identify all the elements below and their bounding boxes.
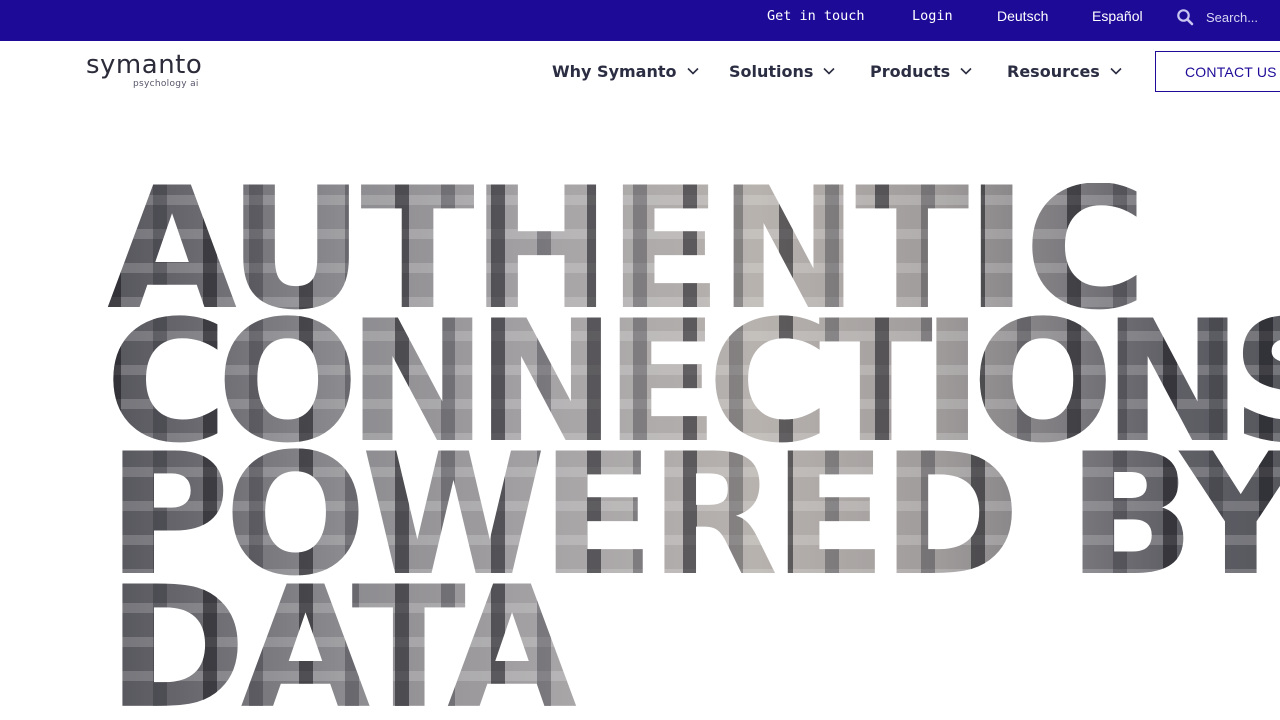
contact-us-button[interactable]: CONTACT US bbox=[1155, 51, 1280, 92]
chevron-down-icon bbox=[686, 67, 699, 75]
chevron-down-icon bbox=[960, 67, 972, 75]
nav-products-label: Products bbox=[870, 61, 951, 81]
nav-resources[interactable]: Resources bbox=[1007, 60, 1122, 82]
logo-tagline: psychology ai bbox=[133, 79, 199, 89]
nav-why-symanto[interactable]: Why Symanto bbox=[552, 60, 699, 82]
chevron-down-icon bbox=[823, 67, 836, 75]
chevron-down-icon bbox=[1110, 67, 1122, 75]
nav-solutions[interactable]: Solutions bbox=[729, 60, 836, 82]
language-deutsch-link[interactable]: Deutsch bbox=[997, 0, 1048, 33]
search-box bbox=[1176, 6, 1280, 28]
hero-section: AUTHENTIC CONNECTIONS POWERED BY DATA bbox=[0, 99, 1280, 720]
hero-headline: AUTHENTIC CONNECTIONS POWERED BY DATA bbox=[107, 183, 1280, 715]
top-utility-bar: Get in touch Login Deutsch Español bbox=[0, 0, 1280, 41]
symanto-logo[interactable]: symanto psychology ai bbox=[86, 50, 206, 90]
nav-solutions-label: Solutions bbox=[729, 61, 814, 81]
main-navigation: symanto psychology ai Why Symanto Soluti… bbox=[0, 41, 1280, 99]
logo-wordmark: symanto bbox=[86, 50, 203, 80]
language-espanol-link[interactable]: Español bbox=[1092, 0, 1143, 33]
nav-resources-label: Resources bbox=[1007, 61, 1100, 81]
search-icon[interactable] bbox=[1176, 8, 1194, 26]
nav-products[interactable]: Products bbox=[870, 60, 972, 82]
login-link[interactable]: Login bbox=[912, 0, 953, 33]
get-in-touch-link[interactable]: Get in touch bbox=[767, 0, 865, 33]
search-input[interactable] bbox=[1206, 7, 1280, 27]
nav-why-symanto-label: Why Symanto bbox=[552, 61, 677, 81]
